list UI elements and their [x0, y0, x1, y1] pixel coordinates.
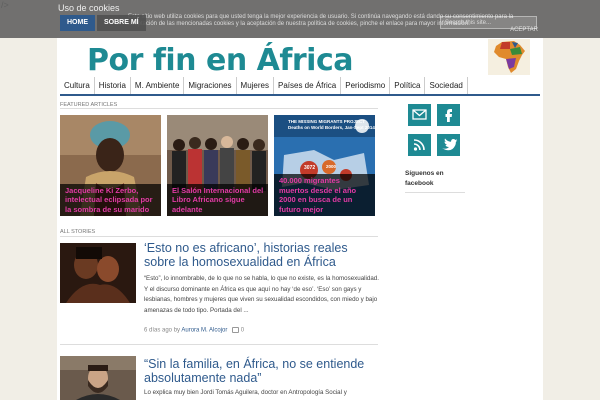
story-excerpt-2: Lo explica muy bien Jordi Tomás Aguilera…: [144, 389, 347, 396]
featured-card-3[interactable]: THE MISSING MIGRANTS PROJECT Deaths on W…: [274, 115, 375, 216]
comment-count[interactable]: 0: [241, 328, 244, 334]
search-input[interactable]: Search this site...: [440, 16, 537, 29]
twitter-icon[interactable]: [437, 134, 460, 156]
story-excerpt-1: “Esto”, lo innombrable, de lo que no se …: [144, 275, 379, 314]
story-image-1[interactable]: [60, 243, 136, 303]
comment-icon[interactable]: [232, 327, 240, 333]
migrants-banner-subtext: Deaths on World Borders, Jan-Sept 2014: [288, 125, 375, 130]
story-image-2[interactable]: [60, 356, 136, 400]
divider: [60, 236, 378, 237]
main-navigation: Cultura Historia M. Ambiente Migraciones…: [60, 77, 540, 96]
featured-card-1[interactable]: Jacqueline Ki Zerbo, intelectual eclipsa…: [60, 115, 161, 216]
nav-mujeres[interactable]: Mujeres: [237, 77, 274, 94]
story-title-2[interactable]: “Sin la familia, en África, no se entien…: [144, 357, 380, 385]
story-title-1[interactable]: ‘Esto no es africano’, historias reales …: [144, 241, 380, 269]
nav-historia[interactable]: Historia: [95, 77, 131, 94]
nav-politica[interactable]: Política: [390, 77, 426, 94]
facebook-follow-label: Síguenos en facebook: [405, 170, 444, 187]
story-photo-2: [60, 356, 136, 400]
divider: [405, 192, 465, 193]
story-photo-1: [60, 243, 136, 303]
top-navigation: HOME SOBRE MÍ: [60, 15, 146, 31]
migrants-number-1: 3072: [304, 165, 316, 171]
story-author-link[interactable]: Aurora M. Alcojor: [181, 328, 227, 334]
page-content: Por fin en África Cultura Historia M. Am…: [57, 38, 543, 400]
nav-cultura[interactable]: Cultura: [60, 77, 95, 94]
migrants-banner-text: THE MISSING MIGRANTS PROJECT: [288, 119, 366, 124]
divider: [60, 108, 378, 109]
migrants-number-2: 2000: [326, 164, 337, 169]
featured-title-3[interactable]: 40.000 migrantes muertos desde el año 20…: [274, 174, 375, 216]
story-date: 6 días ago by: [144, 327, 181, 334]
about-link[interactable]: SOBRE MÍ: [97, 15, 146, 31]
facebook-icon[interactable]: [437, 104, 460, 126]
all-stories-label: ALL STORIES: [60, 229, 96, 235]
nav-periodismo[interactable]: Periodismo: [341, 77, 391, 94]
email-icon[interactable]: [408, 104, 431, 126]
nav-sociedad[interactable]: Sociedad: [425, 77, 468, 94]
nav-medio-ambiente[interactable]: M. Ambiente: [131, 77, 185, 94]
nav-paises-de-africa[interactable]: Países de África: [274, 77, 342, 94]
featured-title-1[interactable]: Jacqueline Ki Zerbo, intelectual eclipsa…: [60, 183, 161, 216]
home-link[interactable]: HOME: [60, 15, 95, 31]
rss-icon[interactable]: [408, 134, 431, 156]
site-title[interactable]: Por fin en África: [87, 43, 354, 78]
cookie-title: Uso de cookies: [58, 3, 120, 13]
nav-migraciones[interactable]: Migraciones: [184, 77, 237, 94]
featured-card-2[interactable]: El Salón Internacional del Libro African…: [167, 115, 268, 216]
divider: [60, 344, 378, 345]
africa-map-logo: [488, 39, 530, 75]
featured-title-2[interactable]: El Salón Internacional del Libro African…: [167, 183, 268, 216]
story-meta-1: 6 días ago by Aurora M. Alcojor 0: [144, 327, 244, 334]
